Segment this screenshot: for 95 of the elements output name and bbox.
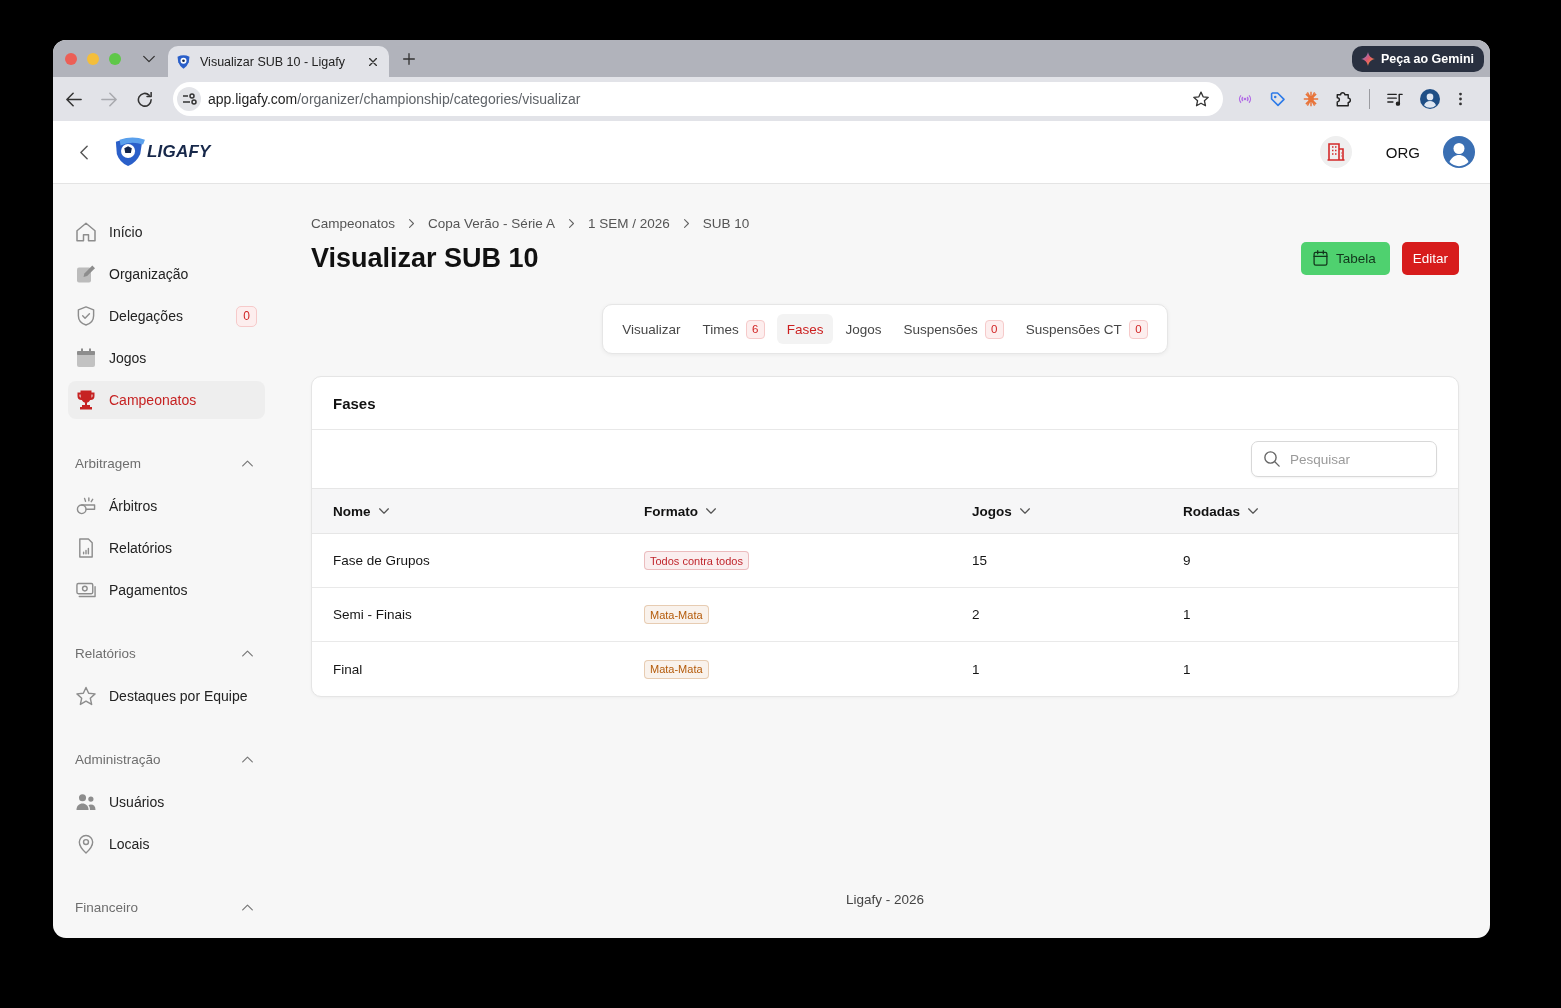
table-cell-text: 15: [971, 553, 988, 568]
chevron-down-icon: [1019, 508, 1030, 514]
tab[interactable]: Visualizar: [612, 314, 691, 344]
chevron-down-icon: [706, 508, 716, 514]
browser-tab[interactable]: Visualizar SUB 10 - Ligafy: [168, 46, 389, 77]
org-label: ORG: [1385, 143, 1420, 161]
sidebar-item[interactable]: Organização: [68, 255, 265, 293]
sidebar-item[interactable]: Campeonatos: [68, 381, 265, 419]
format-tag: Todos contra todos: [644, 551, 749, 570]
url-text: app.ligafy.com/organizer/championship/categories/visualizar: [208, 91, 581, 107]
chevron-down-icon: [378, 508, 389, 514]
whistle-icon: [76, 496, 96, 516]
close-icon[interactable]: [369, 57, 377, 66]
tab[interactable]: Fases: [776, 314, 834, 344]
more-icon[interactable]: [1458, 92, 1463, 106]
tab[interactable]: Suspensões 0: [893, 314, 1014, 344]
column-header[interactable]: Rodadas: [1162, 503, 1258, 519]
logo-text: LIGAFY: [147, 142, 211, 162]
section-header[interactable]: Administração: [68, 749, 265, 769]
tune-icon[interactable]: [177, 87, 201, 111]
avatar-icon[interactable]: [1420, 89, 1440, 109]
edit-button[interactable]: Editar: [1401, 241, 1459, 275]
chevron-right-icon: [568, 218, 574, 228]
trophy-icon: [76, 390, 96, 410]
table-cell-text: 1: [1182, 661, 1191, 677]
breadcrumb-link[interactable]: SUB 10: [702, 215, 750, 231]
breadcrumb-link[interactable]: 1 SEM / 2026: [587, 215, 670, 231]
home-icon: [76, 222, 96, 242]
reload-icon[interactable]: [137, 91, 153, 107]
table-cell-text: Semi - Finais: [332, 607, 412, 622]
section-header[interactable]: Arbitragem: [68, 453, 265, 473]
banknote-icon: [76, 580, 96, 600]
report-icon: [76, 538, 96, 558]
edit-icon: [76, 264, 96, 284]
sidebar-item[interactable]: Pagamentos: [68, 571, 265, 609]
count-badge: 6: [745, 319, 765, 339]
tab-title: Visualizar SUB 10 - Ligafy: [200, 54, 346, 69]
sparkle-icon: [1360, 51, 1375, 66]
chevron-left-icon[interactable]: [80, 144, 88, 160]
sidebar-item[interactable]: Usuários: [68, 783, 265, 821]
table-cell-text: Final: [332, 661, 363, 677]
address-bar[interactable]: app.ligafy.com/organizer/championship/categories/visualizar: [173, 82, 1223, 116]
table-button[interactable]: Tabela: [1300, 241, 1390, 275]
calendar-icon: [1312, 250, 1328, 266]
column-header[interactable]: Nome: [312, 503, 389, 519]
table-cell-text: 9: [1182, 553, 1191, 568]
gemini-button[interactable]: Peça ao Gemini: [1351, 45, 1484, 72]
column-header[interactable]: Formato: [623, 503, 716, 519]
sidebar-item[interactable]: Árbitros: [68, 487, 265, 525]
footer-text: Ligafy - 2026: [845, 892, 925, 907]
building-icon[interactable]: [1319, 136, 1352, 168]
chevron-down-icon: [1248, 508, 1258, 514]
chevron-right-icon: [683, 218, 689, 228]
shield-check-icon: [76, 306, 96, 326]
star-icon: [76, 686, 96, 706]
tab[interactable]: Suspensões CT 0: [1015, 314, 1158, 344]
count-badge: 0: [236, 305, 257, 327]
shield-icon: [176, 54, 191, 69]
tab[interactable]: Times 6: [692, 314, 775, 344]
chevron-down-icon[interactable]: [143, 54, 155, 63]
search-icon: [1264, 451, 1280, 467]
count-badge: 0: [984, 319, 1004, 339]
sidebar-item[interactable]: Jogos: [68, 339, 265, 377]
format-tag: Mata-Mata: [644, 659, 709, 679]
chevron-right-icon: [409, 218, 415, 228]
playlist-icon[interactable]: [1387, 91, 1403, 107]
puzzle-icon[interactable]: [1336, 91, 1352, 107]
count-badge: 0: [1128, 319, 1148, 339]
users-icon: [76, 792, 96, 812]
section-header[interactable]: Relatórios: [68, 643, 265, 663]
column-header[interactable]: Jogos: [951, 503, 1030, 519]
table-cell-text: Fase de Grupos: [332, 553, 430, 568]
sidebar-item[interactable]: Delegações 0: [68, 297, 265, 335]
breadcrumb-link[interactable]: Copa Verão - Série A: [428, 215, 555, 231]
tag-icon[interactable]: [1270, 91, 1286, 107]
section-header[interactable]: Financeiro: [68, 897, 265, 917]
calendar-icon: [76, 348, 96, 368]
sidebar-item[interactable]: Início: [68, 213, 265, 251]
star-icon[interactable]: [1193, 91, 1209, 107]
arrow-left-icon[interactable]: [66, 91, 82, 107]
sidebar-item[interactable]: Destaques por Equipe: [68, 677, 265, 715]
card-title: Fases: [333, 394, 376, 412]
breadcrumb-link[interactable]: Campeonatos: [311, 215, 396, 231]
search-field[interactable]: Pesquisar: [1251, 441, 1437, 477]
format-tag: Mata-Mata: [644, 605, 709, 624]
sidebar-item[interactable]: Relatórios: [68, 529, 265, 567]
avatar-icon[interactable]: [1443, 136, 1475, 168]
sidebar-item[interactable]: Locais: [68, 825, 265, 863]
plus-icon[interactable]: [403, 52, 415, 65]
location-pin-icon: [76, 834, 96, 854]
table-cell-text: 1: [1182, 607, 1191, 622]
table-cell-text: 1: [971, 661, 980, 677]
table-cell-text: 2: [971, 607, 980, 622]
page-title: Visualizar SUB 10: [311, 242, 539, 274]
tab[interactable]: Jogos: [835, 314, 892, 344]
